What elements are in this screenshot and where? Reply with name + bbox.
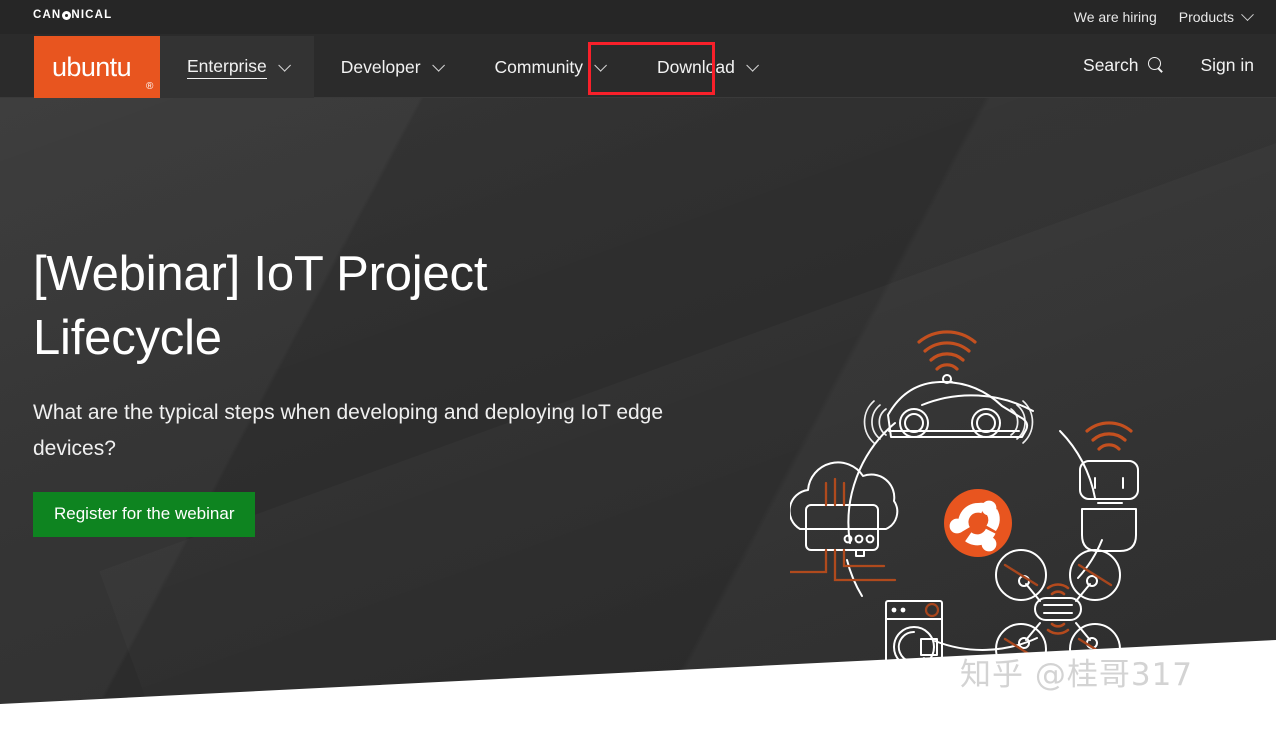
nav-right-actions: Search Sign in xyxy=(1083,34,1254,96)
nav-items: Enterprise Developer Community Download xyxy=(160,36,782,98)
cloud-server-icon xyxy=(790,462,897,556)
connected-car-icon xyxy=(888,375,1027,437)
sign-in-label: Sign in xyxy=(1200,55,1254,76)
main-navigation-bar: ubuntu ® Enterprise Developer Community … xyxy=(0,34,1276,98)
register-webinar-button[interactable]: Register for the webinar xyxy=(33,492,255,537)
nav-item-label: Download xyxy=(657,57,735,78)
robot-wifi-icon xyxy=(1087,423,1131,449)
chevron-down-icon xyxy=(746,59,759,72)
ubuntu-logo[interactable]: ubuntu xyxy=(34,36,160,98)
canonical-link-label: We are hiring xyxy=(1074,9,1157,25)
hero-title: [Webinar] IoT Project Lifecycle xyxy=(33,242,673,370)
nav-item-enterprise[interactable]: Enterprise xyxy=(160,36,314,98)
zhihu-watermark: 知乎 @桂哥317 xyxy=(960,649,1193,694)
canonical-bar: CAN NICAL We are hiring Products xyxy=(0,0,1276,34)
nav-item-label: Enterprise xyxy=(187,56,267,79)
ubuntu-circle-logo xyxy=(944,489,1012,557)
canonical-link-we-are-hiring[interactable]: We are hiring xyxy=(1074,9,1157,25)
ubuntu-logo-registered-icon: ® xyxy=(146,81,153,92)
car-antenna-wifi-icon xyxy=(919,332,975,369)
nav-item-download[interactable]: Download xyxy=(630,36,782,98)
nav-item-label: Community xyxy=(495,57,584,78)
search-label: Search xyxy=(1083,55,1138,76)
page-root: CAN NICAL We are hiring Products ubuntu … xyxy=(0,0,1276,732)
chevron-down-icon xyxy=(278,59,291,72)
drone-signal-waves-icon xyxy=(1048,584,1068,633)
chevron-down-icon xyxy=(432,59,445,72)
ubuntu-logo-text: ubuntu xyxy=(52,54,142,81)
canonical-link-products[interactable]: Products xyxy=(1179,9,1252,25)
canonical-logo[interactable]: CAN NICAL xyxy=(33,9,112,21)
nav-item-community[interactable]: Community xyxy=(468,36,631,98)
search-button[interactable]: Search xyxy=(1083,55,1164,76)
chevron-down-icon xyxy=(1241,8,1254,21)
hero-section: [Webinar] IoT Project Lifecycle What are… xyxy=(0,98,1276,732)
washing-machine-indicator-icon xyxy=(926,604,938,616)
canonical-logo-text-post: NICAL xyxy=(71,9,112,21)
canonical-logo-text-pre: CAN xyxy=(33,9,61,21)
chevron-down-icon xyxy=(594,59,607,72)
sign-in-button[interactable]: Sign in xyxy=(1200,55,1254,76)
lifecycle-arc xyxy=(1060,431,1095,498)
canonical-link-label: Products xyxy=(1179,9,1234,25)
nav-item-developer[interactable]: Developer xyxy=(314,36,468,98)
lifecycle-arc xyxy=(922,395,1033,411)
nav-item-label: Developer xyxy=(341,57,421,78)
canonical-links: We are hiring Products xyxy=(1074,0,1252,34)
canonical-logo-dot-icon xyxy=(62,11,71,20)
iot-lifecycle-diagram xyxy=(790,313,1160,693)
search-icon xyxy=(1148,57,1164,73)
hero-subtitle: What are the typical steps when developi… xyxy=(33,395,693,467)
